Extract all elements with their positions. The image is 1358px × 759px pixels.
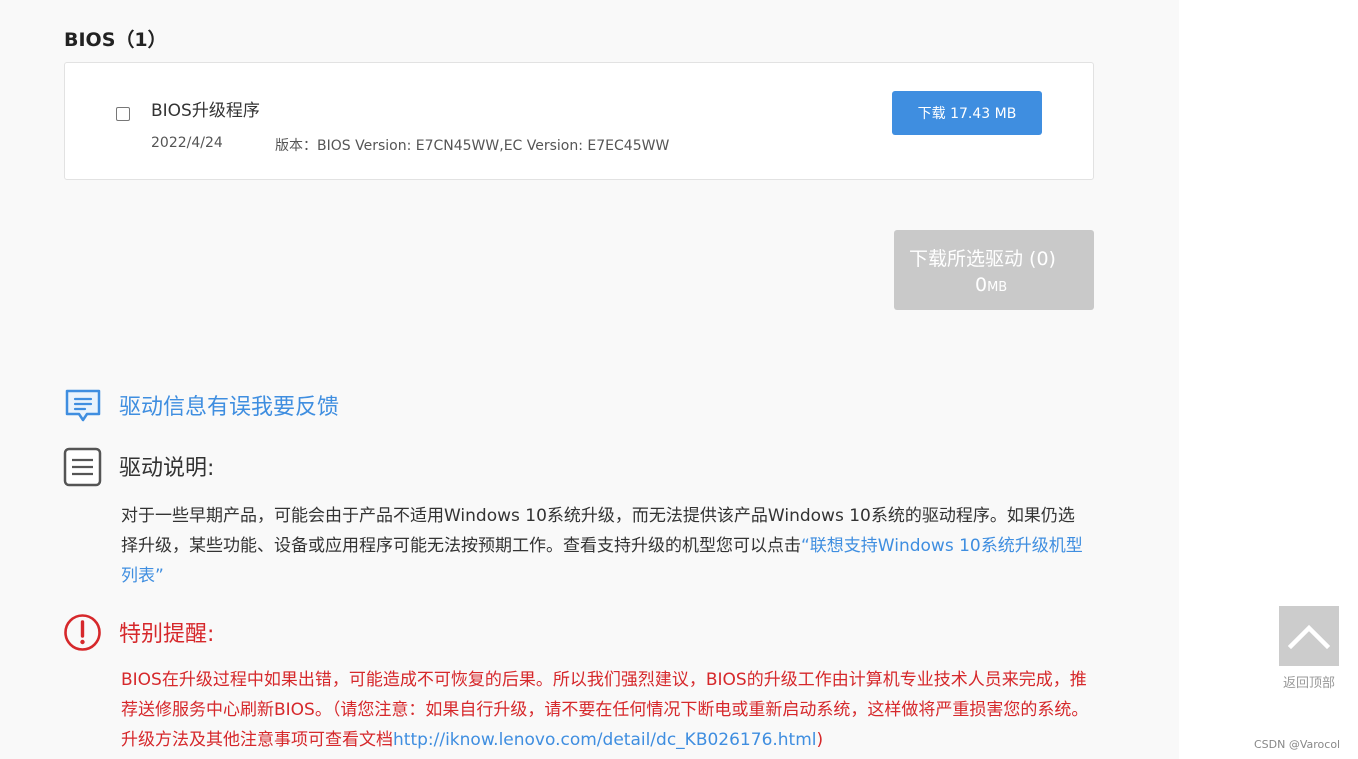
- section-title: BIOS（1）: [64, 29, 167, 51]
- version-value: BIOS Version: E7CN45WW,EC Version: E7EC4…: [317, 138, 670, 154]
- version-label: 版本：: [275, 138, 317, 154]
- driver-version: 版本：BIOS Version: E7CN45WW,EC Version: E7…: [275, 135, 669, 155]
- warning-body: BIOS在升级过程中如果出错，可能造成不可恢复的后果。所以我们强烈建议，BIOS…: [121, 665, 1093, 755]
- selected-size-unit: MB: [987, 280, 1008, 295]
- warning-title: 特别提醒:: [119, 622, 215, 647]
- description-title: 驱动说明:: [119, 456, 215, 481]
- driver-card: BIOS升级程序 2022/4/24 版本：BIOS Version: E7CN…: [64, 62, 1094, 180]
- driver-select-checkbox[interactable]: [116, 107, 130, 121]
- download-selected-size: 0MB: [975, 274, 1007, 296]
- download-selected-button[interactable]: 下载所选驱动 (0) 0MB: [894, 230, 1094, 310]
- document-icon: [63, 447, 102, 487]
- feedback-link[interactable]: 驱动信息有误我要反馈: [119, 389, 339, 421]
- warning-icon: [63, 613, 102, 652]
- main-content: BIOS（1） BIOS升级程序 2022/4/24 版本：BIOS Versi…: [0, 0, 1179, 759]
- back-to-top-button[interactable]: [1279, 606, 1339, 666]
- back-to-top-label[interactable]: 返回顶部: [1279, 672, 1339, 691]
- chevron-up-icon: [1287, 624, 1331, 650]
- watermark: CSDN @Varocol: [1254, 738, 1341, 751]
- download-selected-label: 下载所选驱动 (0): [909, 248, 1056, 270]
- knowledge-doc-link[interactable]: http://iknow.lenovo.com/detail/dc_KB0261…: [393, 730, 817, 750]
- driver-date: 2022/4/24: [151, 135, 223, 151]
- warning-tail: ): [816, 730, 824, 750]
- driver-name: BIOS升级程序: [151, 101, 260, 121]
- selected-size-value: 0: [975, 274, 988, 296]
- description-body: 对于一些早期产品，可能会由于产品不适用Windows 10系统升级，而无法提供该…: [121, 501, 1086, 591]
- download-button[interactable]: 下载 17.43 MB: [892, 91, 1042, 135]
- feedback-icon[interactable]: [64, 388, 102, 424]
